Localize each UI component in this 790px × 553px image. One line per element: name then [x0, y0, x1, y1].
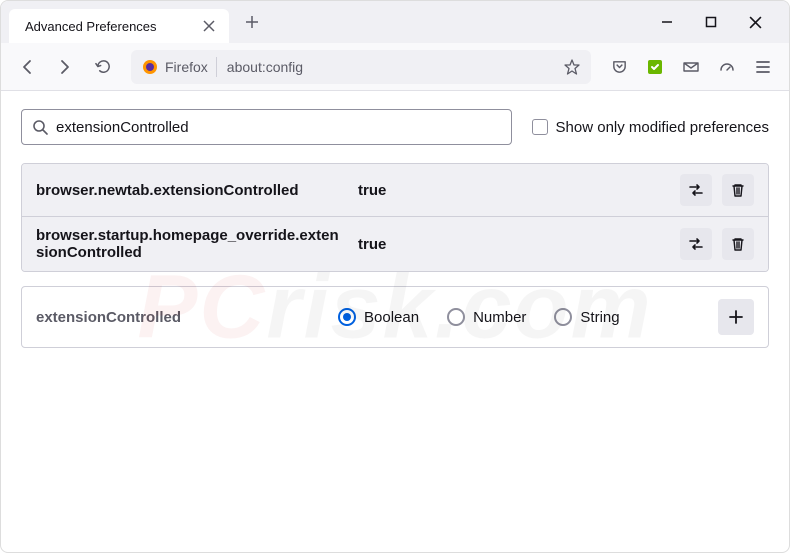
maximize-button[interactable]: [697, 8, 725, 36]
extension-icon[interactable]: [639, 51, 671, 83]
new-preference-row: extensionControlled Boolean Number Strin…: [21, 286, 769, 348]
radio-label: Number: [473, 309, 526, 326]
preference-row: browser.startup.homepage_override.extens…: [22, 217, 768, 271]
radio-icon[interactable]: [338, 308, 356, 326]
divider: [216, 57, 217, 77]
checkbox-icon[interactable]: [532, 119, 548, 135]
nav-toolbar: Firefox about:config: [1, 43, 789, 91]
radio-icon[interactable]: [554, 308, 572, 326]
browser-tab[interactable]: Advanced Preferences: [9, 9, 229, 43]
window-controls: [653, 8, 781, 36]
type-radio-group: Boolean Number String: [338, 308, 706, 326]
bookmark-star-icon[interactable]: [563, 58, 581, 76]
reload-button[interactable]: [87, 51, 119, 83]
delete-button[interactable]: [722, 174, 754, 206]
radio-label: String: [580, 309, 619, 326]
radio-string[interactable]: String: [554, 308, 619, 326]
radio-boolean[interactable]: Boolean: [338, 308, 419, 326]
checkbox-label: Show only modified preferences: [556, 119, 769, 136]
firefox-icon: [141, 58, 159, 76]
filter-checkbox-row[interactable]: Show only modified preferences: [532, 119, 769, 136]
pocket-icon[interactable]: [603, 51, 635, 83]
minimize-button[interactable]: [653, 8, 681, 36]
radio-icon[interactable]: [447, 308, 465, 326]
dashboard-icon[interactable]: [711, 51, 743, 83]
identity-box[interactable]: Firefox: [141, 58, 208, 76]
new-preference-name: extensionControlled: [36, 309, 326, 326]
content-area: Show only modified preferences browser.n…: [1, 91, 789, 366]
preference-list: browser.newtab.extensionControlled true …: [21, 163, 769, 272]
new-tab-button[interactable]: [237, 7, 267, 37]
preference-name: browser.startup.homepage_override.extens…: [36, 227, 346, 261]
tab-title: Advanced Preferences: [25, 19, 199, 34]
radio-label: Boolean: [364, 309, 419, 326]
mail-icon[interactable]: [675, 51, 707, 83]
radio-number[interactable]: Number: [447, 308, 526, 326]
address-bar[interactable]: Firefox about:config: [131, 50, 591, 84]
forward-button[interactable]: [49, 51, 81, 83]
preference-name: browser.newtab.extensionControlled: [36, 182, 346, 199]
url-text: about:config: [227, 59, 563, 75]
toggle-button[interactable]: [680, 228, 712, 260]
search-icon: [32, 119, 48, 135]
preference-value: true: [358, 182, 668, 199]
close-window-button[interactable]: [741, 8, 769, 36]
toggle-button[interactable]: [680, 174, 712, 206]
delete-button[interactable]: [722, 228, 754, 260]
search-box[interactable]: [21, 109, 512, 145]
tab-strip: Advanced Preferences: [1, 1, 789, 43]
back-button[interactable]: [11, 51, 43, 83]
identity-label: Firefox: [165, 59, 208, 75]
preference-value: true: [358, 236, 668, 253]
close-tab-icon[interactable]: [199, 16, 219, 36]
search-input[interactable]: [56, 119, 501, 136]
menu-button[interactable]: [747, 51, 779, 83]
add-preference-button[interactable]: [718, 299, 754, 335]
preference-row: browser.newtab.extensionControlled true: [22, 164, 768, 217]
